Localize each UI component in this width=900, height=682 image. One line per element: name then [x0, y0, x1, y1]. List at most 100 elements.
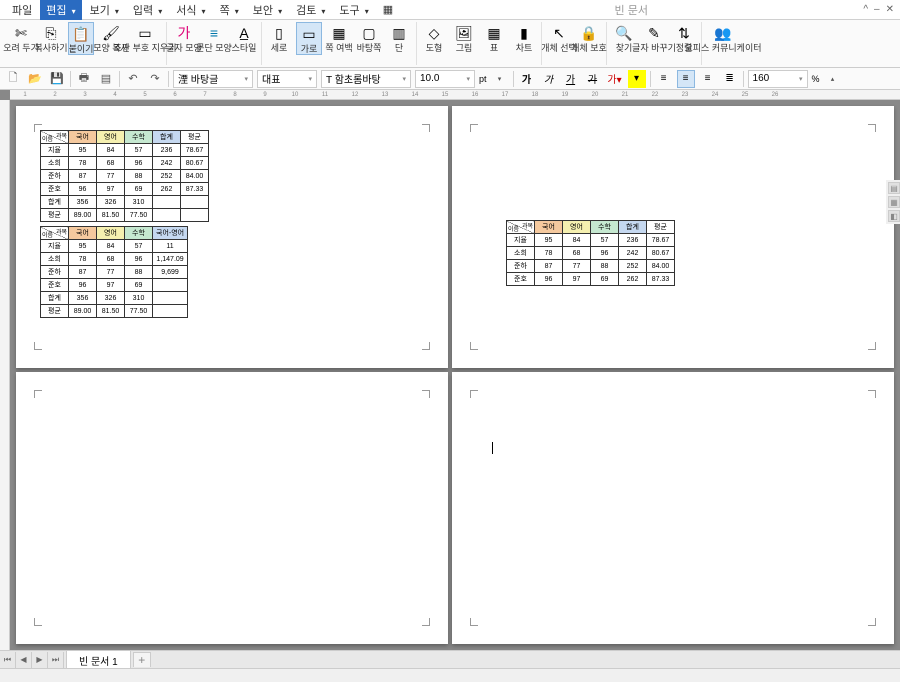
page-view: 1234567891011121314151617181920212223242…	[0, 90, 900, 650]
tab-document-1[interactable]: 빈 문서 1	[66, 650, 131, 670]
column-icon: ▥	[390, 24, 408, 42]
menu-security[interactable]: 보안 ▾	[247, 0, 288, 20]
copy-button[interactable]: ⎘복사하기	[38, 22, 64, 53]
new-doc-icon[interactable]: 🗋	[4, 70, 22, 88]
zoom-unit: %	[812, 74, 820, 84]
copy-icon: ⎘	[42, 24, 60, 42]
bold-button[interactable]: 가	[518, 70, 536, 88]
page-4	[452, 372, 894, 644]
document-title: 빈 문서	[401, 2, 861, 18]
window-controls: ^ – ✕	[863, 4, 894, 15]
align-justify-button[interactable]: ≣	[721, 70, 739, 88]
strike-button[interactable]: 가	[584, 70, 602, 88]
page-margin-button[interactable]: ▦쪽 여백	[326, 22, 352, 53]
search-icon: 🔍	[615, 24, 633, 42]
shapes-icon: ◇	[425, 24, 443, 42]
para-shape-button[interactable]: ≡문단 모양	[201, 22, 227, 53]
underline-button[interactable]: 가	[562, 70, 580, 88]
table-icon: ▦	[485, 24, 503, 42]
close-icon[interactable]: ✕	[886, 4, 894, 15]
erase-marks-button[interactable]: ▭조판 부호 지우기	[128, 22, 162, 53]
save-icon[interactable]: 💾	[48, 70, 66, 88]
menu-file[interactable]: 파일	[6, 0, 38, 20]
menu-bar: 파일 편집 ▾ 보기 ▾ 입력 ▾ 서식 ▾ 쪽 ▾ 보안 ▾ 검토 ▾ 도구 …	[0, 0, 900, 20]
bg-icon: ▢	[360, 24, 378, 42]
redo-icon[interactable]: ↷	[146, 70, 164, 88]
document-tabs: ⏮ ◀ ▶ ⏭ 빈 문서 1 +	[0, 650, 900, 668]
table-button[interactable]: ▦표	[481, 22, 507, 53]
page-3	[16, 372, 448, 644]
menu-format[interactable]: 서식 ▾	[170, 0, 211, 20]
tab-first-icon[interactable]: ⏮	[0, 652, 16, 668]
open-icon[interactable]: 📂	[26, 70, 44, 88]
cut-button[interactable]: ✄오려 두기	[8, 22, 34, 53]
picture-icon: 🖼	[455, 24, 473, 42]
char-shape-button[interactable]: 가글자 모양	[171, 22, 197, 53]
size-combo[interactable]: 10.0▾	[415, 70, 475, 88]
table-1: 과목이름국어영어수학합계평균지율95845723678.67소희78689624…	[40, 130, 209, 222]
style-button[interactable]: A̲스타일	[231, 22, 257, 53]
shape-insert-button[interactable]: ◇도형	[421, 22, 447, 53]
table-2: 과목이름국어영어수학국어-영어지율95845711소희7868961,147.0…	[40, 226, 188, 318]
menu-page[interactable]: 쪽 ▾	[214, 0, 245, 20]
horizontal-ruler: 1234567891011121314151617181920212223242…	[10, 90, 900, 100]
align-center-button[interactable]: ≡	[677, 70, 695, 88]
picture-button[interactable]: 🖼그림	[451, 22, 477, 53]
chart-button[interactable]: ▮차트	[511, 22, 537, 53]
menu-input[interactable]: 입력 ▾	[127, 0, 168, 20]
object-select-button[interactable]: ↖개체 선택	[546, 22, 572, 53]
font-combo[interactable]: T 함초롬바탕▾	[321, 70, 411, 88]
help-icon[interactable]: ^	[863, 4, 868, 15]
vertical-ruler	[0, 100, 10, 650]
style-combo[interactable]: 湮 바탕글▾	[173, 70, 253, 88]
scissors-icon: ✄	[12, 24, 30, 42]
replace-icon: ✎	[645, 24, 663, 42]
menu-tools[interactable]: 도구 ▾	[333, 0, 374, 20]
vertical-button[interactable]: ▯세로	[266, 22, 292, 53]
vertical-icon: ▯	[270, 24, 288, 42]
menu-review[interactable]: 검토 ▾	[290, 0, 331, 20]
sort-icon: ⇅	[675, 24, 693, 42]
chart-icon: ▮	[515, 24, 533, 42]
align-right-button[interactable]: ≡	[699, 70, 717, 88]
sidebar-tool-3[interactable]: ◧	[888, 210, 900, 222]
size-down-icon[interactable]: ▾	[491, 70, 509, 88]
para-icon: ≡	[205, 24, 223, 42]
replace-button[interactable]: ✎글자 바꾸기	[641, 22, 667, 53]
horizontal-icon: ▭	[300, 25, 318, 43]
menu-view[interactable]: 보기 ▾	[84, 0, 125, 20]
column-button[interactable]: ▥단	[386, 22, 412, 53]
paste-button[interactable]: 📋붙이기	[68, 22, 94, 55]
text-cursor	[492, 442, 493, 454]
menu-edit[interactable]: 편집 ▾	[40, 0, 81, 20]
lock-icon: 🔒	[580, 24, 598, 42]
align-left-button[interactable]: ≡	[655, 70, 673, 88]
tab-last-icon[interactable]: ⏭	[48, 652, 64, 668]
para-combo[interactable]: 대표▾	[257, 70, 317, 88]
fontcolor-button[interactable]: 가▾	[606, 70, 624, 88]
sidebar-tool-1[interactable]: ▤	[888, 182, 900, 194]
undo-icon[interactable]: ↶	[124, 70, 142, 88]
preview-icon[interactable]: ▤	[97, 70, 115, 88]
table-3: 과목이름국어영어수학합계평균지율95845723678.67소희78689624…	[506, 220, 675, 286]
zoom-combo[interactable]: 160▾	[748, 70, 808, 88]
horizontal-button[interactable]: ▭가로	[296, 22, 322, 55]
menu-more-icon[interactable]: ▦	[377, 1, 399, 18]
tab-next-icon[interactable]: ▶	[32, 652, 48, 668]
zoom-spin-icon[interactable]: ▴	[824, 70, 842, 88]
print-icon[interactable]: 🖶	[75, 70, 93, 88]
object-protect-button[interactable]: 🔒개체 보호	[576, 22, 602, 53]
office-comm-button[interactable]: 👥오피스 커뮤니케이터	[706, 22, 740, 53]
minimize-icon[interactable]: –	[874, 4, 880, 15]
background-button[interactable]: ▢바탕쪽	[356, 22, 382, 53]
size-unit: pt	[479, 74, 487, 84]
sidebar-tools: ▤ ▦ ◧	[886, 180, 900, 224]
format-bar: 🗋 📂 💾 🖶 ▤ ↶ ↷ 湮 바탕글▾ 대표▾ T 함초롬바탕▾ 10.0▾ …	[0, 68, 900, 90]
page-1: 과목이름국어영어수학합계평균지율95845723678.67소희78689624…	[16, 106, 448, 368]
italic-button[interactable]: 가	[540, 70, 558, 88]
tab-prev-icon[interactable]: ◀	[16, 652, 32, 668]
brush-icon: 🖌	[102, 24, 120, 42]
highlight-button[interactable]: ▾	[628, 70, 646, 88]
sidebar-tool-2[interactable]: ▦	[888, 196, 900, 208]
tab-add-button[interactable]: +	[133, 652, 151, 667]
